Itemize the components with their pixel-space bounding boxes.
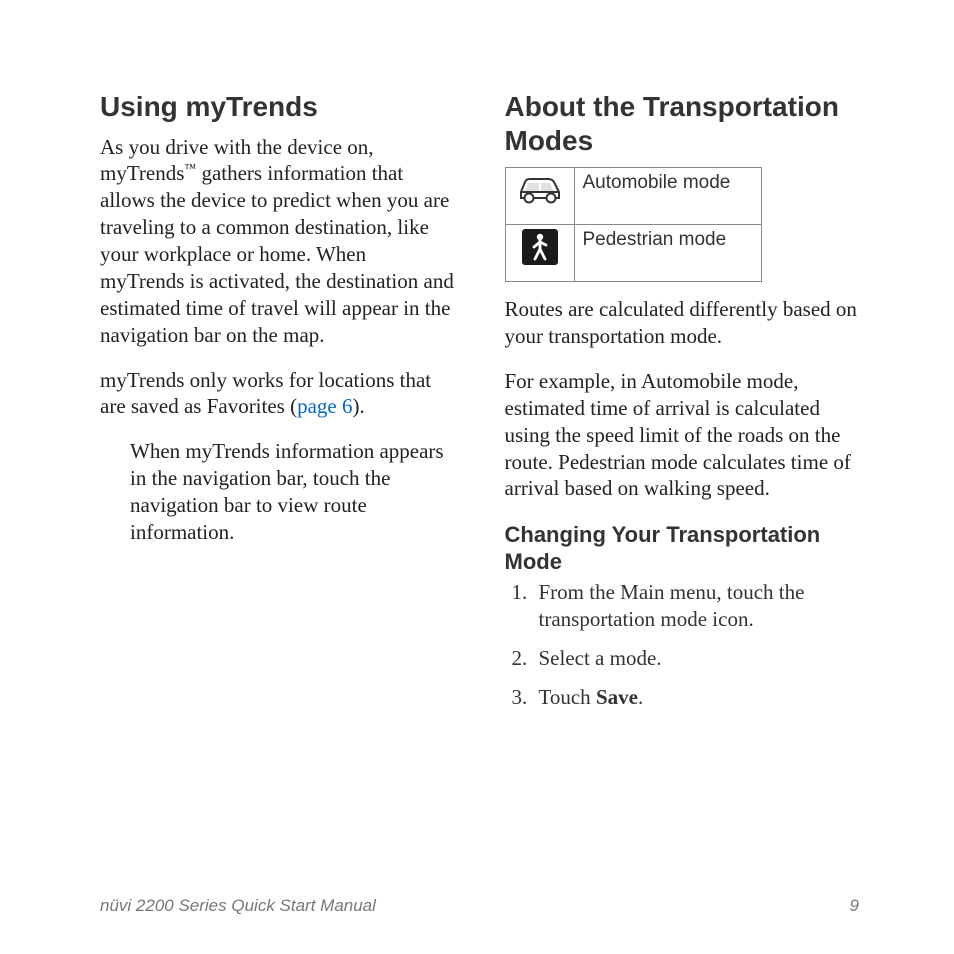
heading-using-mytrends: Using myTrends [100,90,455,124]
list-item: Select a mode. [533,645,860,672]
page-number: 9 [850,896,859,916]
text-fragment: . [638,685,643,709]
save-label: Save [596,685,638,709]
paragraph-mytrends-navbar: When myTrends information appears in the… [130,438,455,546]
table-row: Automobile mode [505,168,761,225]
pedestrian-mode-label: Pedestrian mode [574,225,761,282]
text-fragment: ). [353,394,365,418]
page-footer: nüvi 2200 Series Quick Start Manual 9 [100,876,859,954]
text-fragment: Touch [539,685,596,709]
list-item: Touch Save. [533,684,860,711]
table-row: Pedestrian mode [505,225,761,282]
transportation-mode-table: Automobile mode Pedestrian mode [505,167,762,282]
heading-transportation-modes: About the Transportation Modes [505,90,860,157]
paragraph-routes-calculated: Routes are calculated differently based … [505,296,860,350]
pedestrian-icon-cell [505,225,574,282]
paragraph-mytrends-intro: As you drive with the device on, myTrend… [100,134,455,349]
steps-list: From the Main menu, touch the transporta… [505,579,860,711]
paragraph-mytrends-favorites: myTrends only works for locations that a… [100,367,455,421]
automobile-mode-label: Automobile mode [574,168,761,225]
pedestrian-icon [522,229,558,265]
paragraph-example-modes: For example, in Automobile mode, estimat… [505,368,860,502]
page-6-link[interactable]: page 6 [297,394,352,418]
left-column: Using myTrends As you drive with the dev… [100,90,455,876]
two-column-layout: Using myTrends As you drive with the dev… [100,90,859,876]
manual-page: Using myTrends As you drive with the dev… [0,0,954,954]
trademark-symbol: ™ [184,161,196,175]
automobile-icon-cell [505,168,574,225]
right-column: About the Transportation Modes [505,90,860,876]
list-item: From the Main menu, touch the transporta… [533,579,860,633]
heading-changing-mode: Changing Your Transportation Mode [505,522,860,575]
car-icon [515,172,565,206]
text-fragment: myTrends only works for locations that a… [100,368,431,419]
text-fragment: gathers information that allows the devi… [100,161,454,346]
footer-manual-title: nüvi 2200 Series Quick Start Manual [100,896,376,916]
